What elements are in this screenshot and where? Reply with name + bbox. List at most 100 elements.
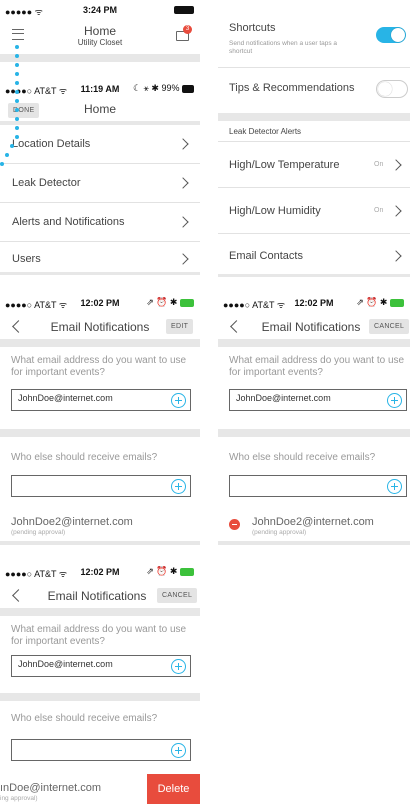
shortcuts-label: Shortcuts (229, 22, 276, 34)
pending-approval-label: (pending approval) (252, 529, 307, 536)
add-circle-icon[interactable] (171, 659, 186, 674)
home-edit-overlay: ●●●●○ AT&T ᯤ 11:19 AM ☾ ⚹ ✱ 99% DONE Hom… (0, 79, 200, 275)
battery-indicator: ☾ ⚹ ✱ 99% (133, 83, 194, 94)
menu-item-users[interactable]: Users (0, 242, 200, 272)
home-screen-panel: ●●●●● ᯤ 3:24 PM Home Utility Closet 3 ●●… (0, 0, 200, 275)
cancel-button[interactable]: CANCEL (157, 588, 198, 603)
primary-email-field[interactable] (229, 389, 407, 411)
shortcuts-toggle[interactable] (376, 27, 406, 43)
additional-recipients-question: Who else should receive emails? (11, 452, 158, 463)
delete-label: Delete (157, 783, 190, 795)
section-separator (0, 693, 200, 701)
delete-button[interactable]: Delete (147, 774, 200, 804)
shortcuts-description: Send notifications when a user taps a sh… (229, 40, 338, 55)
status-bar: ●●●●● ᯤ 3:24 PM (0, 0, 200, 20)
header-separator (218, 339, 410, 347)
header-separator (0, 54, 200, 62)
add-circle-icon[interactable] (171, 393, 186, 408)
chevron-right-icon (390, 159, 402, 171)
chevron-right-icon (177, 138, 189, 150)
section-separator (0, 429, 200, 437)
header-subtitle: Utility Closet (77, 38, 123, 47)
add-circle-icon[interactable] (387, 393, 402, 408)
new-email-input[interactable] (18, 479, 158, 489)
notification-settings-panel: Shortcuts Send notifications when a user… (218, 0, 410, 277)
add-circle-icon[interactable] (171, 479, 186, 494)
email-contacts-label: Email Contacts (229, 250, 303, 262)
primary-email-input[interactable] (236, 393, 376, 403)
remove-circle-icon[interactable] (229, 519, 240, 530)
edit-button[interactable]: EDIT (166, 319, 194, 334)
battery-icon (174, 4, 194, 14)
section-separator (218, 429, 410, 437)
pending-approval-label: ing approval) (0, 795, 38, 802)
section-separator (218, 113, 410, 121)
additional-recipients-question: Who else should receive emails? (11, 713, 158, 724)
email-notifications-panel-edit: ●●●●○ AT&T ᯤ 12:02 PM ⇗ ⏰ ✱ Email Notifi… (0, 293, 200, 546)
divider (218, 67, 410, 68)
alert-label: High/Low Temperature (229, 159, 340, 171)
pending-approval-label: (pending approval) (11, 529, 66, 536)
battery-indicator: ⇗ ⏰ ✱ (356, 297, 404, 308)
menu-item-label: Location Details (12, 138, 91, 150)
tips-toggle[interactable] (376, 80, 408, 98)
menu-item-label: Leak Detector (12, 177, 81, 189)
notification-badge: 3 (183, 25, 192, 34)
footer-band (218, 541, 410, 545)
header-separator (0, 339, 200, 347)
chevron-right-icon (390, 205, 402, 217)
primary-email-input[interactable] (18, 393, 158, 403)
header-title: Home (83, 102, 116, 116)
new-email-input[interactable] (236, 479, 376, 489)
header-separator (0, 608, 200, 616)
alert-status: On (374, 207, 384, 214)
menu-item-label: Users (12, 253, 41, 265)
cancel-button[interactable]: CANCEL (369, 319, 410, 334)
messages-icon[interactable]: 3 (176, 25, 192, 41)
menu-item-label: Alerts and Notifications (12, 216, 125, 228)
new-email-input[interactable] (18, 743, 158, 753)
primary-email-question: What email address do you want to use fo… (11, 355, 187, 378)
footer-band (0, 272, 200, 275)
alert-status: On (374, 161, 384, 168)
status-bar: ●●●●○ AT&T ᯤ 12:02 PM ⇗ ⏰ ✱ (0, 562, 200, 582)
add-circle-icon[interactable] (387, 479, 402, 494)
chevron-right-icon (177, 177, 189, 189)
status-bar: ●●●●○ AT&T ᯤ 11:19 AM ☾ ⚹ ✱ 99% (0, 79, 200, 99)
secondary-email-swiped: ınDoe@internet.com (0, 782, 102, 794)
new-email-field[interactable] (11, 739, 191, 761)
status-time: 3:24 PM (82, 5, 117, 15)
alert-row-temperature[interactable]: High/Low Temperature On (218, 142, 410, 187)
footer-band (0, 541, 200, 545)
chevron-right-icon (390, 250, 402, 262)
secondary-email: JohnDoe2@internet.com (11, 516, 133, 528)
email-notifications-panel-delete: ●●●●○ AT&T ᯤ 12:02 PM ⇗ ⏰ ✱ Email Notifi… (0, 562, 200, 804)
email-notifications-panel-cancel: ●●●●○ AT&T ᯤ 12:02 PM ⇗ ⏰ ✱ Email Notifi… (218, 293, 410, 546)
add-circle-icon[interactable] (171, 743, 186, 758)
header-title: Home (83, 24, 116, 38)
battery-indicator: ⇗ ⏰ ✱ (146, 566, 194, 577)
primary-email-question: What email address do you want to use fo… (11, 624, 187, 647)
new-email-field[interactable] (229, 475, 407, 497)
chevron-right-icon (177, 216, 189, 228)
alert-label: High/Low Humidity (229, 205, 321, 217)
alert-row-humidity[interactable]: High/Low Humidity On (218, 188, 410, 233)
menu-item-leak-detector[interactable]: Leak Detector (0, 164, 200, 202)
status-bar: ●●●●○ AT&T ᯤ 12:02 PM ⇗ ⏰ ✱ (0, 293, 200, 313)
menu-item-location-details[interactable]: Location Details (0, 125, 200, 163)
section-header-leak-alerts: Leak Detector Alerts (229, 127, 302, 136)
menu-item-alerts-notifications[interactable]: Alerts and Notifications (0, 203, 200, 241)
primary-email-field[interactable] (11, 655, 191, 677)
status-bar: ●●●●○ AT&T ᯤ 12:02 PM ⇗ ⏰ ✱ (218, 293, 410, 313)
footer-band (218, 274, 410, 277)
battery-indicator: ⇗ ⏰ ✱ (146, 297, 194, 308)
additional-recipients-question: Who else should receive emails? (229, 452, 376, 463)
primary-email-field[interactable] (11, 389, 191, 411)
secondary-email: JohnDoe2@internet.com (252, 516, 374, 528)
primary-email-input[interactable] (18, 659, 158, 669)
email-contacts-row[interactable]: Email Contacts (218, 234, 410, 274)
primary-email-question: What email address do you want to use fo… (229, 355, 405, 378)
new-email-field[interactable] (11, 475, 191, 497)
tips-label: Tips & Recommendations (229, 82, 355, 94)
chevron-right-icon (177, 253, 189, 265)
